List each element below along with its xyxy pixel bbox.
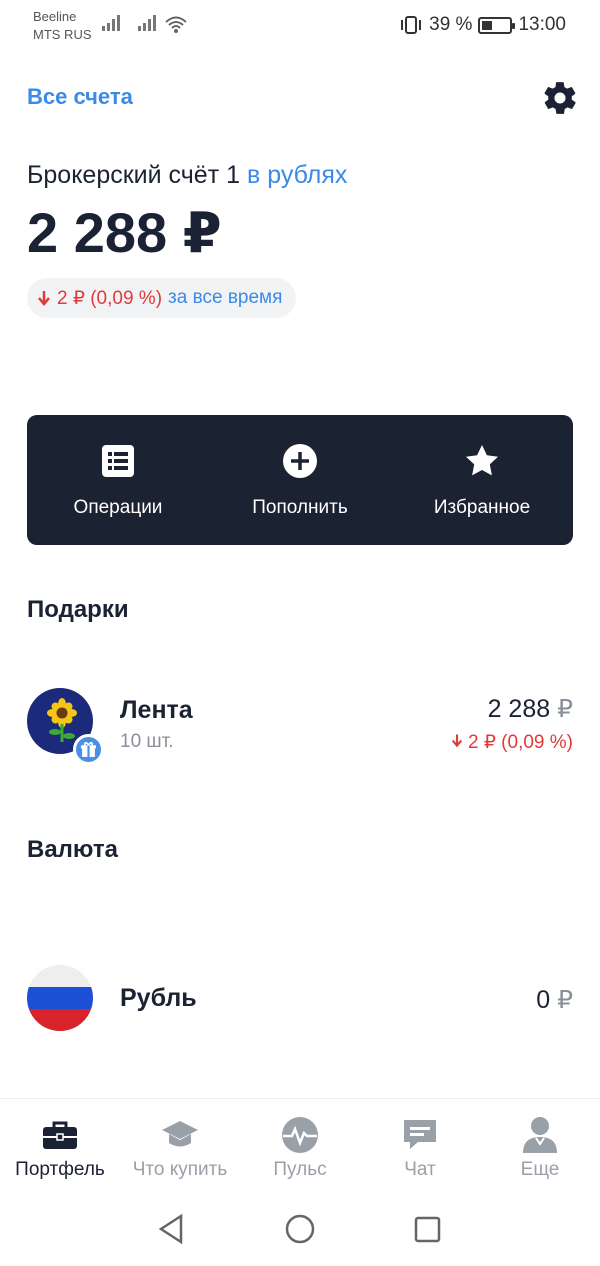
bottom-nav: Портфель Что купить Пульс Чат Еще xyxy=(0,1098,600,1190)
nav-pulse-label: Пульс xyxy=(273,1159,327,1180)
top-up-button[interactable]: Пополнить xyxy=(209,415,391,545)
gift-asset-value: 2 288 ₽ xyxy=(488,694,573,724)
gift-asset-change: 2 ₽ (0,09 %) xyxy=(451,731,573,754)
change-value: 2 ₽ (0,09 %) xyxy=(57,287,163,309)
carrier-1: Beeline xyxy=(33,9,77,24)
signal-icon xyxy=(138,15,156,31)
arrow-down-icon xyxy=(451,734,462,748)
back-icon[interactable] xyxy=(158,1213,183,1245)
chat-icon xyxy=(404,1120,436,1149)
change-pill[interactable]: 2 ₽ (0,09 %) за все время xyxy=(27,278,297,318)
star-icon xyxy=(466,445,498,476)
nav-what-to-buy[interactable]: Что купить xyxy=(120,1099,240,1190)
nav-portfolio[interactable]: Портфель xyxy=(0,1099,120,1190)
currency-section-title: Валюта xyxy=(27,836,118,863)
gift-asset-value-number: 2 288 xyxy=(487,695,551,723)
carrier-2: MTS RUS xyxy=(33,27,92,42)
actions-panel: Операции Пополнить Избранное xyxy=(27,415,573,545)
nav-more-label: Еще xyxy=(520,1159,560,1180)
person-icon xyxy=(523,1117,557,1153)
account-name: Брокерский счёт 1 xyxy=(27,161,241,189)
arrow-down-icon xyxy=(38,291,50,306)
account-balance: 2 288 ₽ xyxy=(27,201,222,264)
home-icon[interactable] xyxy=(285,1214,315,1244)
battery-icon xyxy=(478,16,516,34)
favorites-label: Избранное xyxy=(433,497,531,518)
vibrate-icon xyxy=(401,16,422,34)
battery-fill xyxy=(482,20,493,30)
gear-icon[interactable] xyxy=(541,79,579,117)
signal-icon xyxy=(102,15,120,31)
change-period: за все время xyxy=(168,287,283,308)
currency-asset-value-number: 0 xyxy=(536,986,551,1014)
russia-flag xyxy=(27,965,93,1031)
operations-button[interactable]: Операции xyxy=(27,415,209,545)
currency-asset-row[interactable]: Рубль 0 ₽ xyxy=(27,965,573,1045)
gifts-section-title: Подарки xyxy=(27,596,129,623)
currency-asset-value-currency: ₽ xyxy=(557,986,573,1014)
nav-chat[interactable]: Чат xyxy=(360,1099,480,1190)
gift-asset-change-value: 2 ₽ (0,09 %) xyxy=(467,732,573,753)
gift-icon xyxy=(73,734,104,765)
nav-what-to-buy-label: Что купить xyxy=(132,1159,228,1180)
top-up-label: Пополнить xyxy=(252,497,348,518)
clock: 13:00 xyxy=(518,14,566,35)
nav-pulse[interactable]: Пульс xyxy=(240,1099,360,1190)
pulse-icon xyxy=(282,1117,318,1153)
currency-asset-value: 0 ₽ xyxy=(536,985,573,1015)
system-nav-bar xyxy=(158,1213,441,1245)
graduation-cap-icon xyxy=(162,1121,198,1147)
list-icon xyxy=(102,445,134,477)
plus-circle-icon xyxy=(283,444,317,478)
briefcase-icon xyxy=(43,1121,77,1149)
gift-asset-value-currency: ₽ xyxy=(557,695,573,723)
favorites-button[interactable]: Избранное xyxy=(391,415,573,545)
gift-asset-row[interactable]: Лента 10 шт. 2 288 ₽ 2 ₽ (0,09 %) xyxy=(27,688,573,768)
status-right: 39 % 13:00 xyxy=(399,14,566,36)
nav-chat-label: Чат xyxy=(404,1159,436,1180)
battery-percent: 39 % xyxy=(429,14,473,35)
all-accounts-link[interactable]: Все счета xyxy=(27,84,133,110)
account-currency-link[interactable]: в рублях xyxy=(247,161,347,189)
account-title[interactable]: Брокерский счёт 1 в рублях xyxy=(27,161,347,190)
nav-more[interactable]: Еще xyxy=(480,1099,600,1190)
currency-asset-name: Рубль xyxy=(120,984,197,1012)
nav-portfolio-label: Портфель xyxy=(15,1159,105,1180)
status-bar: Beeline MTS RUS 39 % 13:00 xyxy=(0,0,600,52)
carrier-names: Beeline MTS RUS xyxy=(33,8,92,44)
gift-asset-quantity: 10 шт. xyxy=(120,731,174,752)
operations-label: Операции xyxy=(73,497,163,518)
gift-asset-name: Лента xyxy=(120,696,193,724)
recents-icon[interactable] xyxy=(414,1216,441,1243)
wifi-icon xyxy=(165,16,187,33)
